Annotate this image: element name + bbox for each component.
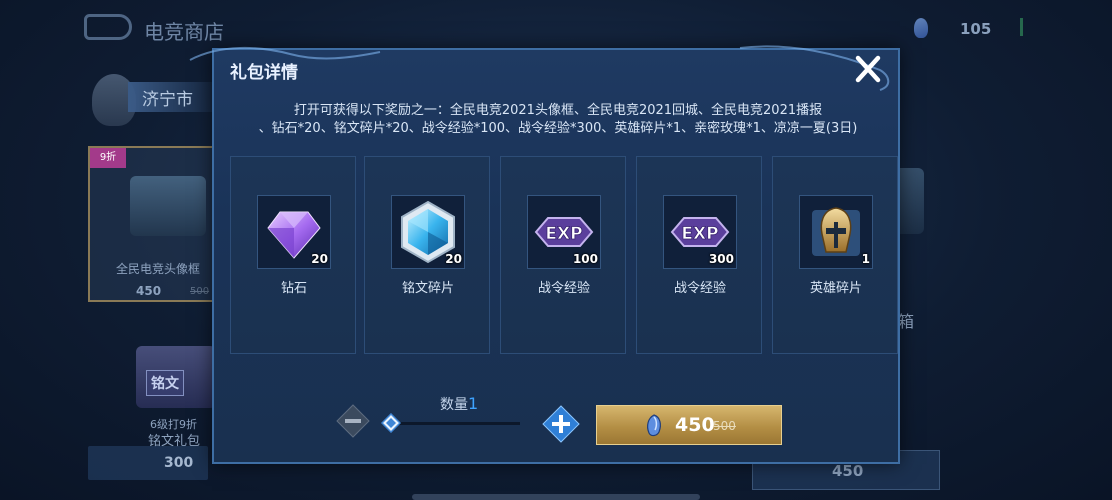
discount-tag: 9折 (90, 148, 126, 168)
gift-buy-price: 300 (164, 455, 194, 471)
close-button[interactable] (850, 54, 886, 86)
gift-description: 打开可获得以下奖励之一：全民电竞2021头像框、全民电竞2021回城、全民电竞2… (214, 102, 902, 138)
reward-count: 300 (708, 252, 734, 266)
reward-count: 1 (861, 252, 870, 266)
shop-title: 电竞商店 (144, 20, 224, 44)
quantity-slider-thumb[interactable] (380, 412, 402, 434)
buy-button[interactable]: 450 500 (596, 405, 782, 445)
reward-count: 20 (311, 252, 328, 266)
gift-detail-dialog: 礼包详情 打开可获得以下奖励之一：全民电竞2021头像框、全民电竞2021回城、… (212, 48, 900, 464)
wifi-icon (1020, 18, 1034, 36)
quantity-value: 1 (468, 394, 479, 413)
reward-count: 20 (445, 252, 462, 266)
chest-label: 铭文 (146, 370, 184, 396)
reward-name: 英雄碎片 (809, 281, 862, 296)
reward-item[interactable]: 20 铭文碎片 (364, 156, 490, 354)
chest-icon (130, 176, 206, 236)
minus-button[interactable] (336, 404, 370, 438)
reward-name: 钻石 (280, 281, 307, 296)
buy-price: 450 (675, 414, 715, 436)
crystal-icon (914, 18, 928, 38)
plus-button[interactable] (542, 405, 580, 443)
reward-list: 20 钻石 20 铭文碎片 EXP 100 战令经验 EXP 300 战令经验 … (230, 156, 898, 354)
quantity-slider-track[interactable] (390, 422, 520, 425)
reward-name: 战令经验 (673, 281, 726, 296)
reward-item[interactable]: 1 英雄碎片 (772, 156, 898, 354)
inscription-shard-icon: 20 (391, 195, 465, 269)
reward-item[interactable]: EXP 300 战令经验 (636, 156, 762, 354)
minus-icon (336, 404, 370, 438)
svg-text:EXP: EXP (681, 224, 718, 244)
reward-item[interactable]: 20 钻石 (230, 156, 356, 354)
home-indicator (412, 494, 700, 500)
reward-count: 100 (572, 252, 598, 266)
dialog-title: 礼包详情 (230, 63, 298, 83)
description-line-2: 、钻石*20、铭文碎片*20、战令经验*100、战令经验*300、英雄碎片*1、… (258, 121, 858, 136)
description-line-1: 打开可获得以下奖励之一：全民电竞2021头像框、全民电竞2021回城、全民电竞2… (293, 103, 823, 118)
buy-orig-price: 500 (713, 419, 736, 433)
close-icon (855, 55, 881, 83)
plus-icon (542, 405, 580, 443)
back-icon[interactable] (84, 14, 132, 40)
right-buy-price: 450 (832, 462, 864, 480)
hero-shard-icon: 1 (799, 195, 873, 269)
quantity-label-text: 数量 (440, 397, 468, 413)
reward-name: 铭文碎片 (401, 281, 454, 296)
currency-balance: 105 (960, 20, 992, 38)
crystal-icon (647, 414, 661, 437)
exp-icon: EXP 300 (663, 195, 737, 269)
shop-item-price: 450 (136, 284, 162, 298)
diamond-icon: 20 (257, 195, 331, 269)
right-item-label: 箱 (898, 312, 915, 331)
shop-item-name: 全民电竞头像框 (116, 262, 201, 276)
shop-item-orig-price: 500 (190, 286, 210, 297)
quantity-label: 数量1 (440, 394, 478, 414)
exp-icon: EXP 100 (527, 195, 601, 269)
svg-text:EXP: EXP (545, 224, 582, 244)
reward-item[interactable]: EXP 100 战令经验 (500, 156, 626, 354)
shop-item-card[interactable]: 9折 全民电竞头像框 450 500 (88, 146, 216, 302)
reward-name: 战令经验 (537, 281, 590, 296)
